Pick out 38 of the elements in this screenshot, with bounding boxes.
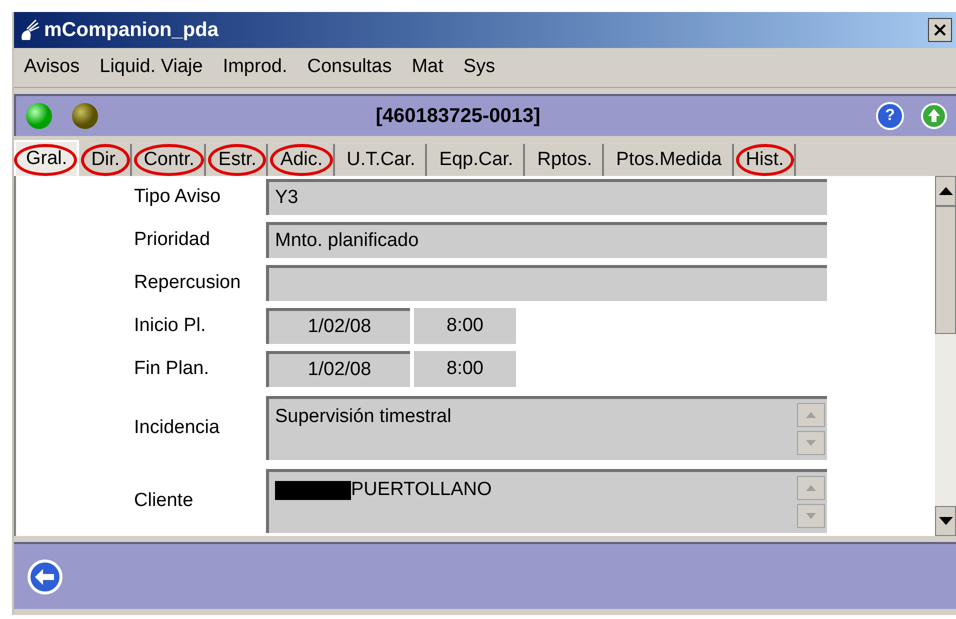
field-label: Fin Plan. [134,356,210,381]
field-label: Tipo Aviso [134,184,222,209]
memo-field[interactable]: PUERTOLLANO [266,469,827,533]
date-field[interactable]: 1/02/08 [266,308,410,344]
help-button[interactable]: ? [876,102,904,130]
scroll-up-button[interactable] [797,476,825,500]
field-label: Inicio Pl. [134,314,207,338]
window-title: mCompanion_pda [44,18,218,43]
order-number: [460183725-0013] [374,104,542,129]
menu-item[interactable]: Liquid. Viaje [94,53,209,82]
up-arrow-icon [806,412,816,418]
close-button[interactable] [928,18,952,42]
menu-item[interactable]: Consultas [301,53,398,82]
text-field[interactable]: Y3 [266,179,827,215]
field-label: Cliente [134,488,194,513]
menu-item[interactable]: Sys [457,53,502,82]
scroll-down-button[interactable] [797,504,825,528]
close-icon [934,24,946,36]
date-field[interactable]: 1/02/08 [266,351,410,387]
status-light-icon [70,101,100,131]
down-arrow-icon [938,517,952,525]
field-label: Prioridad [134,228,212,252]
scroll-up-button[interactable] [797,403,825,427]
up-arrow-icon [938,187,952,195]
memo-field[interactable]: Supervisión timestral [266,396,827,460]
menu-item[interactable]: Mat [406,53,450,82]
up-arrow-icon [806,485,816,491]
down-arrow-icon [806,513,816,519]
text-field[interactable]: Mnto. planificado [266,222,827,258]
menu-item[interactable]: Improd. [216,53,294,82]
menu-item[interactable]: Avisos [18,53,86,82]
scroll-down-button[interactable] [797,431,825,455]
scrollbar[interactable] [935,176,956,536]
status-light-icon [24,101,54,131]
field-label: Repercusion [134,270,242,295]
field-label: Incidencia [134,416,221,440]
down-arrow-icon [806,440,816,446]
text-field[interactable] [266,265,827,301]
